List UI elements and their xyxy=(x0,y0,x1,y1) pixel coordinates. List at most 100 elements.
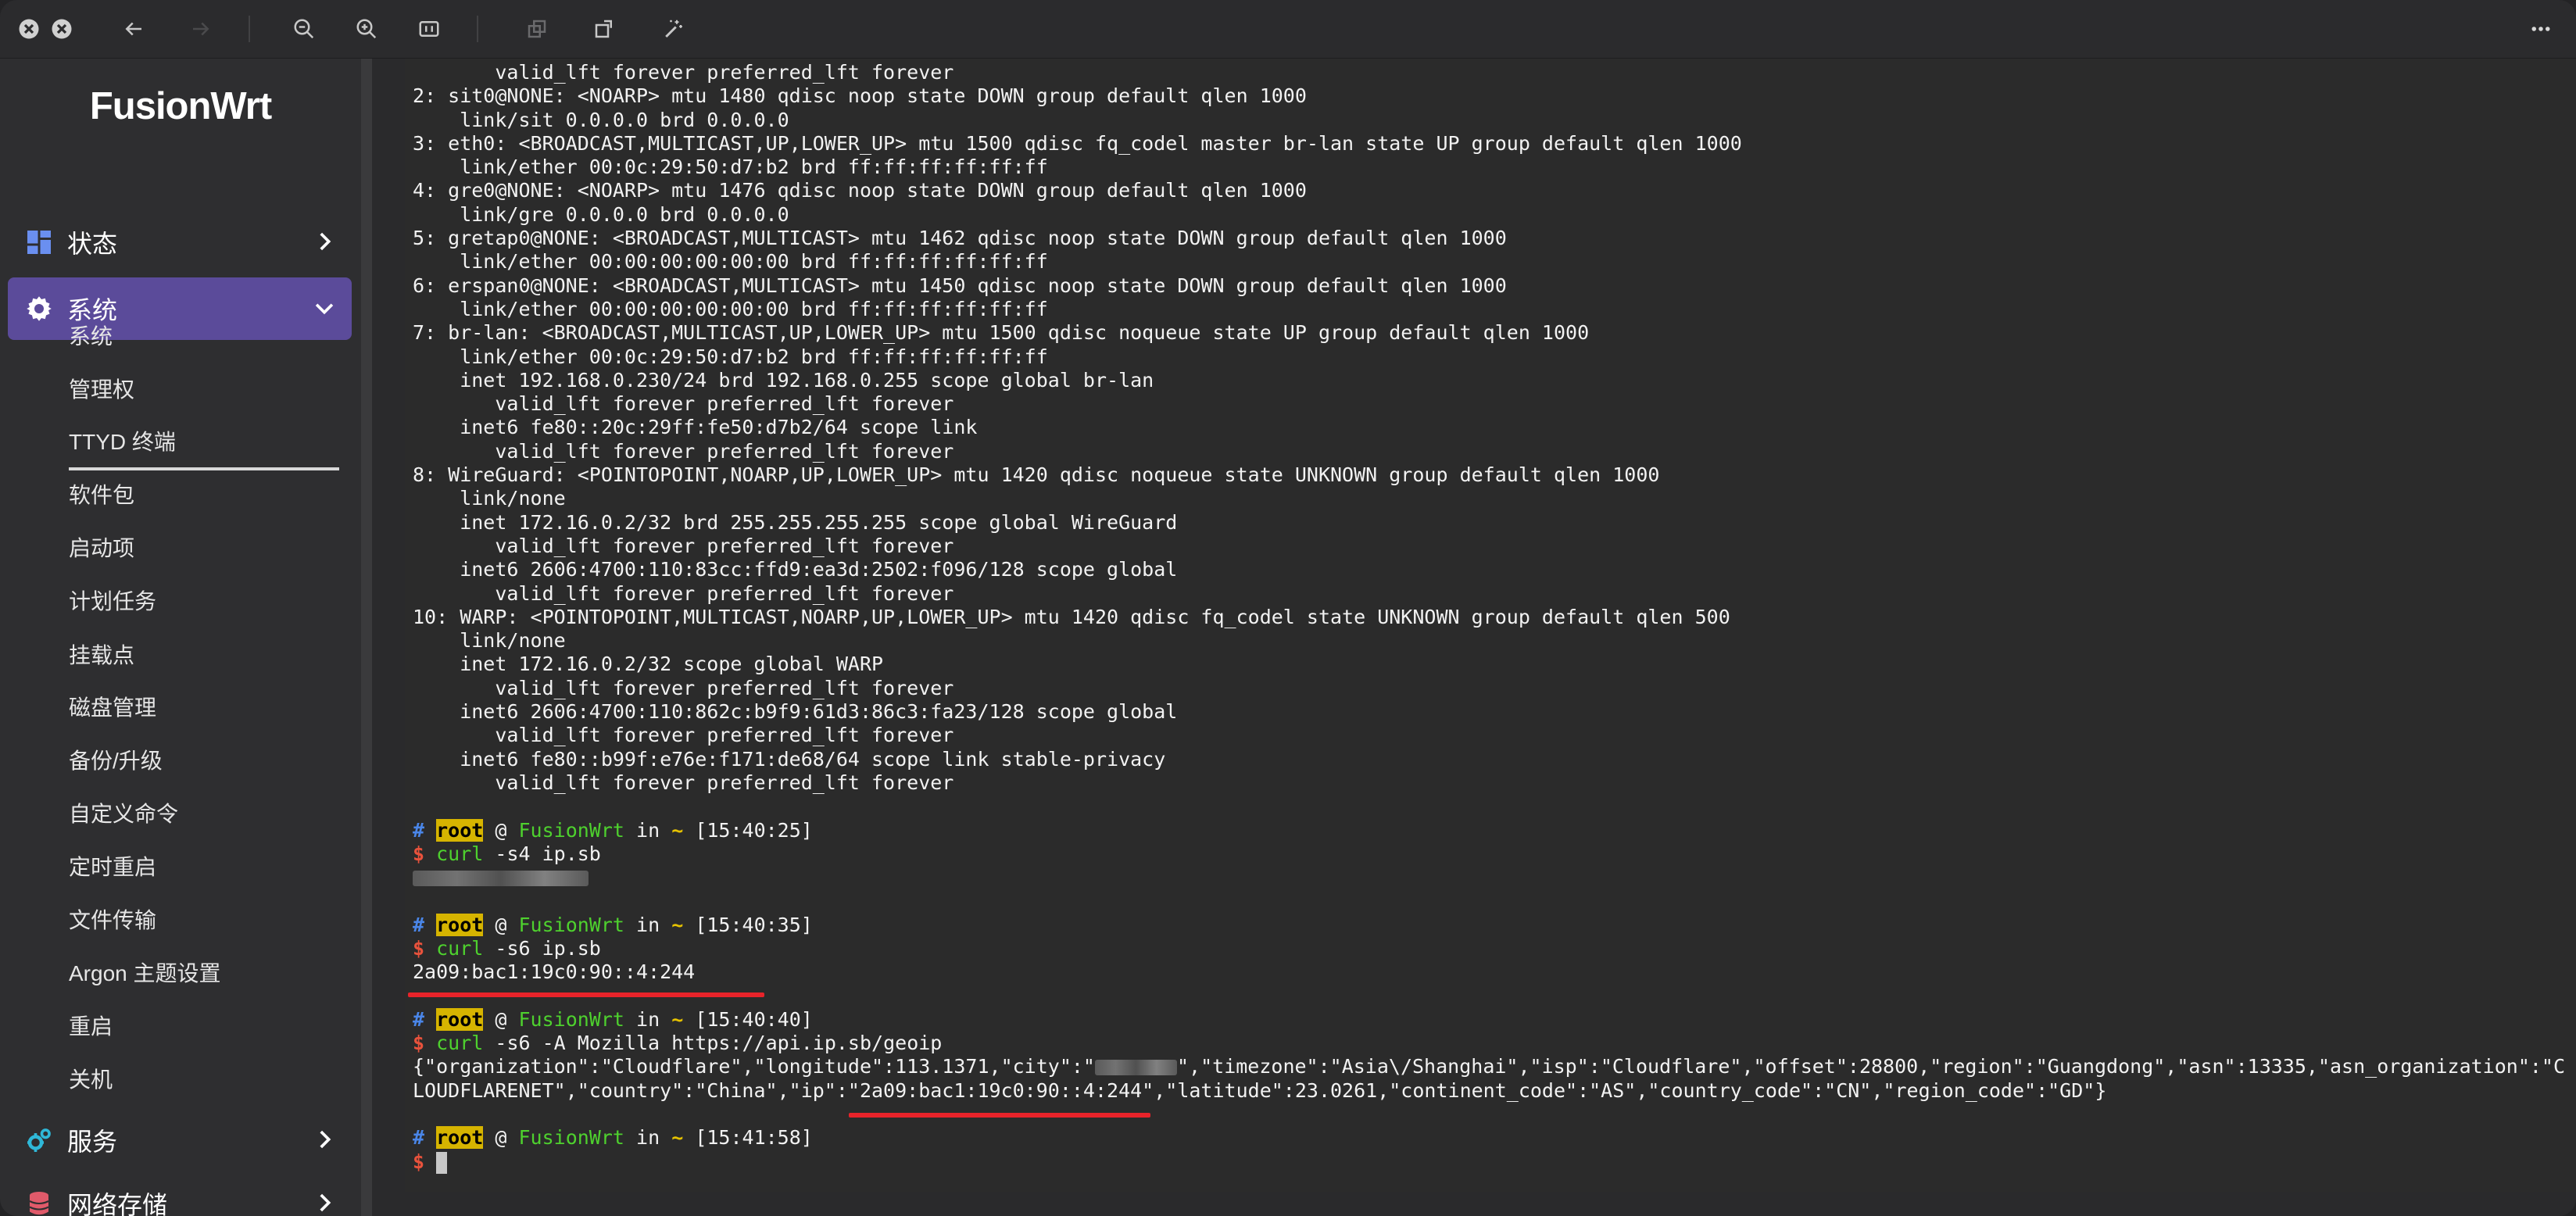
redacted-output-line xyxy=(413,866,2565,889)
prompt-user: root xyxy=(436,818,484,842)
terminal-line: inet6 fe80::20c:29ff:fe50:d7b2/64 scope … xyxy=(413,416,978,439)
terminal-line: link/ether 00:0c:29:50:d7:b2 brd ff:ff:f… xyxy=(413,345,1048,368)
chevron-right-icon xyxy=(320,1130,331,1149)
sidebar-item-mount-points[interactable]: 挂载点 xyxy=(69,640,134,671)
prompt-in: in xyxy=(636,1007,660,1031)
prompt-dir: ~ xyxy=(671,1126,684,1150)
forward-icon[interactable] xyxy=(184,14,217,44)
prompt-hash: # xyxy=(413,1126,425,1150)
zoom-in-icon[interactable] xyxy=(350,14,383,44)
terminal-line: link/gre 0.0.0.0 brd 0.0.0.0 xyxy=(413,202,789,226)
prompt-dollar: $ xyxy=(413,1150,425,1173)
sidebar-group-services[interactable]: 服务 xyxy=(8,1109,352,1171)
prompt-in: in xyxy=(636,913,660,936)
command-args: -s6 -A Mozilla https://api.ip.sb/geoip xyxy=(483,1032,943,1055)
command-name: curl xyxy=(436,1032,484,1055)
redacted-city xyxy=(1094,1060,1177,1076)
copy-icon[interactable] xyxy=(521,14,553,44)
sidebar-scrollbar[interactable] xyxy=(361,59,372,1216)
more-icon[interactable] xyxy=(2524,14,2557,44)
sidebar-item-ttyd[interactable]: TTYD 终端 xyxy=(69,427,176,458)
prompt-time: [15:40:40] xyxy=(695,1007,813,1031)
terminal-line: valid_lft forever preferred_lft forever xyxy=(413,439,954,463)
app-window: FusionWrt 状态 系统 系统 管理权 TTYD 终端 软件包 启动项 计… xyxy=(0,0,2576,1216)
terminal-line: valid_lft forever preferred_lft forever xyxy=(413,534,954,557)
sidebar-group-system[interactable]: 系统 xyxy=(8,277,352,340)
sidebar-item-disk-management[interactable]: 磁盘管理 xyxy=(69,692,156,724)
sidebar-item-scheduled-tasks[interactable]: 计划任务 xyxy=(69,586,156,617)
prompt-dir: ~ xyxy=(671,913,684,936)
sidebar-group-label: 网络存储 xyxy=(67,1191,168,1216)
prompt-time: [15:41:58] xyxy=(695,1126,813,1150)
minimize-icon[interactable] xyxy=(45,14,78,44)
geoip-output-line: {"organization":"Cloudflare","longitude"… xyxy=(413,1055,2565,1078)
sidebar-item-custom-commands[interactable]: 自定义命令 xyxy=(69,799,178,830)
terminal-line: 10: WARP: <POINTOPOINT,MULTICAST,NOARP,U… xyxy=(413,605,1730,628)
sidebar-item-scheduled-reboot[interactable]: 定时重启 xyxy=(69,852,156,883)
prompt-hash: # xyxy=(413,1007,425,1031)
sidebar-item-argon-theme[interactable]: Argon 主题设置 xyxy=(69,958,221,989)
annotation-underline xyxy=(408,992,764,997)
terminal[interactable]: valid_lft forever preferred_lft forever … xyxy=(405,59,2576,1192)
terminal-output: valid_lft forever preferred_lft forever … xyxy=(413,61,2565,1174)
sidebar-group-status[interactable]: 状态 xyxy=(8,211,352,274)
terminal-line: 7: br-lan: <BROADCAST,MULTICAST,UP,LOWER… xyxy=(413,321,1590,345)
terminal-line: link/none xyxy=(413,629,566,653)
terminal-line: valid_lft forever preferred_lft forever xyxy=(413,581,954,605)
terminal-line: link/none xyxy=(413,487,566,510)
prompt-in: in xyxy=(636,1126,660,1150)
sidebar-item-startup[interactable]: 启动项 xyxy=(69,533,134,564)
magic-icon[interactable] xyxy=(657,14,689,44)
command-name: curl xyxy=(436,936,484,960)
close-icon[interactable] xyxy=(13,14,45,44)
sidebar-item-reboot[interactable]: 重启 xyxy=(69,1011,113,1043)
dashboard-icon xyxy=(23,227,55,258)
chevron-right-icon xyxy=(320,1193,331,1212)
toolbar-divider xyxy=(249,16,250,42)
terminal-line: 6: erspan0@NONE: <BROADCAST,MULTICAST> m… xyxy=(413,274,1507,297)
prompt-dollar: $ xyxy=(413,936,425,960)
sidebar-item-admin[interactable]: 管理权 xyxy=(69,374,134,406)
prompt-dir: ~ xyxy=(671,1007,684,1031)
prompt-hash: # xyxy=(413,818,425,842)
toolbar xyxy=(0,0,2576,59)
gear-icon xyxy=(23,293,55,324)
prompt-host: FusionWrt xyxy=(518,1007,624,1031)
services-icon xyxy=(23,1125,55,1156)
terminal-line: inet 172.16.0.2/32 scope global WARP xyxy=(413,653,884,676)
redacted-ip xyxy=(413,871,589,887)
geoip-output-line: LOUDFLARENET","country":"China","ip":"2a… xyxy=(413,1078,2107,1102)
terminal-line: inet6 fe80::b99f:e76e:f171:de68/64 scope… xyxy=(413,747,1166,771)
sidebar-group-label: 状态 xyxy=(67,230,118,258)
logo: FusionWrt xyxy=(89,85,272,127)
command-name: curl xyxy=(436,842,484,865)
zoom-out-icon[interactable] xyxy=(288,14,320,44)
sidebar-item-system[interactable]: 系统 xyxy=(69,321,113,352)
prompt-host: FusionWrt xyxy=(518,913,624,936)
storage-icon xyxy=(23,1188,55,1216)
terminal-line: link/ether 00:0c:29:50:d7:b2 brd ff:ff:f… xyxy=(413,156,1048,179)
terminal-line: inet 192.168.0.230/24 brd 192.168.0.255 … xyxy=(413,368,1154,392)
prompt-line: # root @ FusionWrt in ~ [15:40:40] xyxy=(413,1007,813,1031)
rotate-icon[interactable] xyxy=(588,14,621,44)
command-args: -s4 ip.sb xyxy=(483,842,601,865)
prompt-line: # root @ FusionWrt in ~ [15:40:25] xyxy=(413,818,813,842)
sidebar-item-shutdown[interactable]: 关机 xyxy=(69,1064,113,1096)
sidebar-item-packages[interactable]: 软件包 xyxy=(69,480,134,511)
terminal-line: valid_lft forever preferred_lft forever xyxy=(413,676,954,699)
toolbar-divider xyxy=(477,16,478,42)
sidebar-item-file-transfer[interactable]: 文件传输 xyxy=(69,905,156,936)
prompt-host: FusionWrt xyxy=(518,1126,624,1150)
sidebar-group-storage[interactable]: 网络存储 xyxy=(8,1172,352,1216)
prompt-host: FusionWrt xyxy=(518,818,624,842)
command-line: $ curl -s4 ip.sb xyxy=(413,842,2565,866)
prompt-line: # root @ FusionWrt in ~ [15:41:58] xyxy=(413,1126,813,1150)
sidebar-item-backup[interactable]: 备份/升级 xyxy=(69,746,163,777)
terminal-line: valid_lft forever preferred_lft forever xyxy=(413,724,954,747)
fit-icon[interactable] xyxy=(413,14,445,44)
terminal-line: valid_lft forever preferred_lft forever xyxy=(413,392,954,416)
prompt-hash: # xyxy=(413,913,425,936)
active-item-underline xyxy=(69,467,339,470)
back-icon[interactable] xyxy=(117,14,150,44)
